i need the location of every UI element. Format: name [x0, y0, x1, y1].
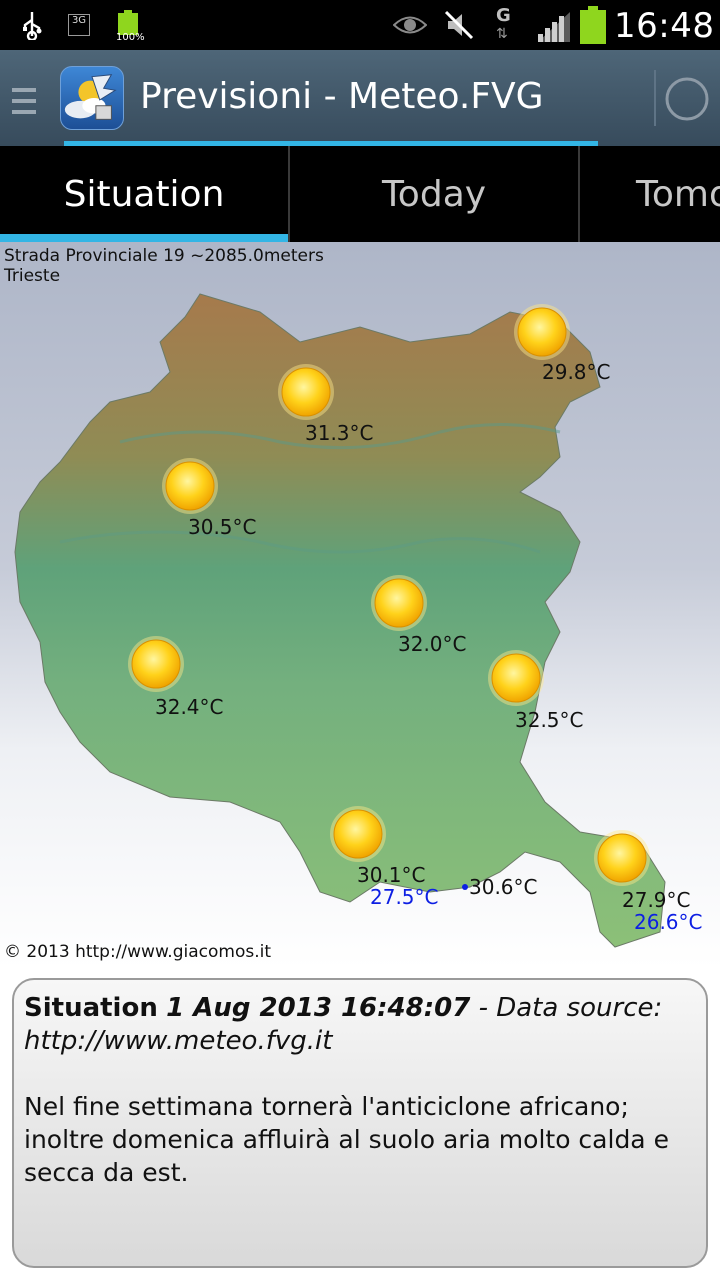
- tab-situation[interactable]: Situation: [0, 146, 288, 242]
- temperature-label: 31.3°C: [305, 421, 374, 445]
- location-line-2: Trieste: [4, 266, 61, 286]
- mute-icon: [444, 10, 474, 40]
- app-title: Previsioni - Meteo.FVG: [140, 76, 544, 117]
- temperature-label: 30.6°C: [469, 875, 538, 899]
- battery-icon: [580, 6, 606, 44]
- sun-icon: [128, 636, 184, 692]
- tab-tomorrow[interactable]: Tomorrow: [580, 146, 720, 242]
- panel-timestamp: 1 Aug 2013 16:48:07: [166, 993, 471, 1023]
- location-label: Strada Provinciale 19 ~2085.0meters Trie…: [4, 246, 324, 286]
- status-bar: 3G 100% G ⇅ 16:48: [0, 0, 720, 50]
- battery-percent-label: 100%: [116, 32, 145, 43]
- refresh-icon[interactable]: [664, 76, 710, 122]
- data-type-label: G: [496, 5, 511, 26]
- selected-tab-indicator: [0, 234, 288, 242]
- location-line-1: Strada Provinciale 19 ~2085.0meters: [4, 246, 324, 266]
- menu-icon[interactable]: [12, 84, 36, 118]
- tab-bar: Situation Today Tomorrow: [0, 146, 720, 242]
- panel-text: Nel fine settimana tornerà l'anticiclone…: [24, 1092, 669, 1187]
- sun-icon: [278, 364, 334, 420]
- panel-heading: Situation 1 Aug 2013 16:48:07 - Data sou…: [24, 992, 696, 1058]
- weather-map[interactable]: Strada Provinciale 19 ~2085.0meters Trie…: [0, 242, 720, 968]
- temperature-label: 30.1°C: [357, 863, 426, 887]
- temperature-label: 32.5°C: [515, 708, 584, 732]
- sun-icon: [488, 650, 544, 706]
- sun-icon: [162, 458, 218, 514]
- sun-icon: [330, 806, 386, 862]
- sun-icon: [594, 830, 650, 886]
- forecast-panel[interactable]: Situation 1 Aug 2013 16:48:07 - Data sou…: [12, 978, 708, 1268]
- copyright-label: © 2013 http://www.giacomos.it: [4, 942, 271, 962]
- divider: [654, 70, 656, 126]
- sun-icon: [514, 304, 570, 360]
- battery-charged-icon: 100%: [116, 10, 145, 43]
- clock: 16:48: [614, 6, 715, 46]
- eye-icon: [393, 16, 427, 34]
- sun-icon: [371, 575, 427, 631]
- temperature-label: 32.0°C: [398, 632, 467, 656]
- temperature-label: 27.9°C: [622, 888, 691, 912]
- sea-temperature-label: 26.6°C: [634, 910, 703, 934]
- action-bar: Previsioni - Meteo.FVG: [0, 50, 720, 146]
- app-logo-icon[interactable]: [60, 66, 124, 130]
- tab-today[interactable]: Today: [290, 146, 578, 242]
- sea-temperature-label: 27.5°C: [370, 885, 439, 909]
- signal-icon: [538, 12, 570, 42]
- network-3g-icon: 3G: [68, 14, 90, 36]
- temperature-label: 30.5°C: [188, 515, 257, 539]
- temperature-label: 29.8°C: [542, 360, 611, 384]
- network-badge: 3G: [71, 15, 87, 26]
- data-arrows-icon: G ⇅: [496, 5, 511, 43]
- temperature-label: 32.4°C: [155, 695, 224, 719]
- usb-icon: [23, 12, 42, 40]
- panel-title: Situation: [24, 993, 158, 1023]
